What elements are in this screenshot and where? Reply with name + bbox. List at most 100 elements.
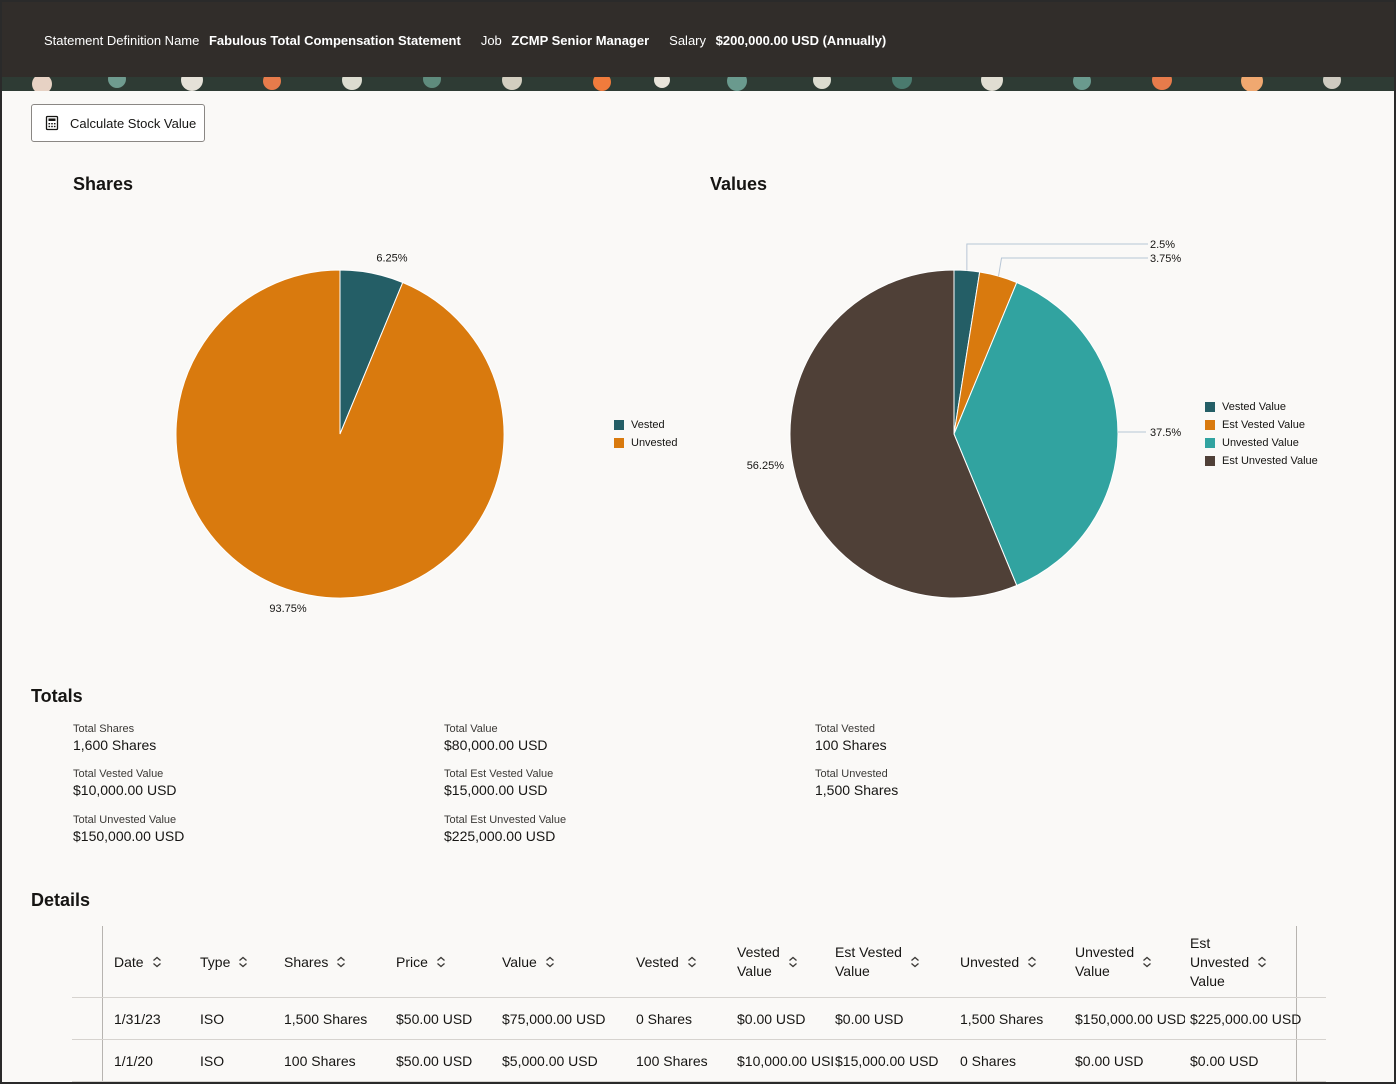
table-cell: $0.00 USD <box>737 1011 806 1027</box>
legend-item-unvested-value[interactable]: Unvested Value <box>1205 434 1318 452</box>
column-header-label: Value <box>502 953 537 970</box>
total-total-vested-value: Total Vested Value $10,000.00 USD <box>73 768 177 798</box>
column-header-label: Price <box>396 953 428 970</box>
legend-item-est-vested-value[interactable]: Est Vested Value <box>1205 416 1318 434</box>
sort-icon[interactable] <box>238 956 248 968</box>
leader-line-est-vested-value <box>998 257 1148 277</box>
legend-swatch <box>614 438 624 448</box>
sort-icon[interactable] <box>545 956 555 968</box>
total-total-shares: Total Shares 1,600 Shares <box>73 723 156 753</box>
column-header-vested-value[interactable]: Vested Value <box>737 926 798 998</box>
table-cell: 0 Shares <box>960 1053 1017 1069</box>
total-label: Total Vested Value <box>73 768 164 780</box>
column-header-label: Est Vested Value <box>835 944 902 979</box>
column-header-unvested-value[interactable]: Unvested Value <box>1075 926 1152 998</box>
charts-canvas: 6.25% 93.75% 2.5% 3.75% 37.5% 56.25% <box>175 239 1181 615</box>
column-header-unvested[interactable]: Unvested <box>960 926 1037 998</box>
pie-label-est-unvested-value: 56.25% <box>747 460 785 472</box>
sort-icon[interactable] <box>1027 956 1037 968</box>
total-label: Total Value <box>444 723 498 735</box>
table-cell: $75,000.00 USD <box>502 1011 606 1027</box>
total-label: Total Unvested <box>815 768 888 780</box>
table-cell: 0 Shares <box>636 1011 693 1027</box>
table-row[interactable]: 1/31/23 ISO 1,500 Shares $50.00 USD $75,000.… <box>72 998 1326 1040</box>
sort-icon[interactable] <box>687 956 697 968</box>
sort-icon[interactable] <box>788 956 798 968</box>
column-header-label: Type <box>200 953 231 970</box>
column-header-type[interactable]: Type <box>200 926 248 998</box>
sort-icon[interactable] <box>1257 956 1267 968</box>
table-cell: 1,500 Shares <box>960 1011 1044 1027</box>
total-label: Total Unvested Value <box>73 814 177 826</box>
pie-label-vested: 6.25% <box>376 252 407 264</box>
column-header-label: Unvested <box>960 953 1020 970</box>
total-value: $10,000.00 USD <box>73 782 177 798</box>
total-label: Total Vested <box>815 723 875 735</box>
total-label: Total Est Unvested Value <box>444 814 567 826</box>
table-cell: 1,500 Shares <box>284 1011 368 1027</box>
total-total-vested: Total Vested 100 Shares <box>815 723 887 753</box>
total-label: Total Est Vested Value <box>444 768 554 780</box>
column-header-date[interactable]: Date <box>114 926 162 998</box>
table-cell: ISO <box>200 1053 225 1069</box>
pie-slice-unvested[interactable] <box>175 269 505 599</box>
pie-label-est-vested-value: 3.75% <box>1150 253 1181 265</box>
total-value: 100 Shares <box>815 737 887 753</box>
legend-item-vested-value[interactable]: Vested Value <box>1205 398 1318 416</box>
total-value: $150,000.00 USD <box>73 828 185 844</box>
sort-icon[interactable] <box>910 956 920 968</box>
column-header-label: Vested <box>636 953 679 970</box>
total-total-est-unvested-value: Total Est Unvested Value $225,000.00 USD <box>444 814 566 844</box>
column-header-label: Shares <box>284 953 329 970</box>
total-total-unvested: Total Unvested 1,500 Shares <box>815 768 898 798</box>
pie-label-unvested-value: 37.5% <box>1150 427 1181 439</box>
column-header-est-unvested-value[interactable]: Est Unvested Value <box>1190 926 1267 998</box>
sort-icon[interactable] <box>336 956 346 968</box>
total-value: $225,000.00 USD <box>444 828 556 844</box>
legend-swatch <box>1205 420 1215 430</box>
totals-heading: Totals <box>31 686 83 706</box>
legend-item-est-unvested-value[interactable]: Est Unvested Value <box>1205 452 1318 470</box>
total-value: 1,500 Shares <box>815 782 899 798</box>
details-heading: Details <box>31 890 91 910</box>
legend-item-unvested[interactable]: Unvested <box>614 434 677 452</box>
table-cell: 100 Shares <box>284 1053 356 1069</box>
values-pie-chart: 2.5% 3.75% 37.5% 56.25% <box>747 239 1181 599</box>
details-table: Date Type Shares Price Value Vested Vested Valu… <box>72 926 1326 1082</box>
legend-label: Est Unvested Value <box>1222 455 1318 467</box>
column-header-est-vested-value[interactable]: Est Vested Value <box>835 926 920 998</box>
legend-label: Vested <box>631 419 665 431</box>
sort-icon[interactable] <box>436 956 446 968</box>
legend-item-vested[interactable]: Vested <box>614 416 677 434</box>
column-header-label: Date <box>114 953 144 970</box>
leader-line-vested-value <box>966 243 1148 271</box>
sort-icon[interactable] <box>152 956 162 968</box>
table-cell: ISO <box>200 1011 225 1027</box>
table-cell: $5,000.00 USD <box>502 1053 598 1069</box>
legend-label: Unvested Value <box>1222 437 1299 449</box>
legend-swatch <box>614 420 624 430</box>
column-header-vested[interactable]: Vested <box>636 926 697 998</box>
column-header-price[interactable]: Price <box>396 926 446 998</box>
table-cell: $10,000.00 USD <box>737 1053 833 1069</box>
table-cell: $0.00 USD <box>835 1011 904 1027</box>
total-label: Total Shares <box>73 723 135 735</box>
values-legend: Vested Value Est Vested Value Unvested Val… <box>1205 398 1318 470</box>
table-cell: $0.00 USD <box>1075 1053 1144 1069</box>
total-total-unvested-value: Total Unvested Value $150,000.00 USD <box>73 814 184 844</box>
total-value: $80,000.00 USD <box>444 737 548 753</box>
sort-icon[interactable] <box>1142 956 1152 968</box>
table-cell: $0.00 USD <box>1190 1053 1259 1069</box>
table-cell: 1/31/23 <box>114 1011 161 1027</box>
table-header-row: Date Type Shares Price Value Vested Vested Valu… <box>72 926 1326 998</box>
column-header-value[interactable]: Value <box>502 926 555 998</box>
column-header-label: Est Unvested Value <box>1190 934 1250 989</box>
table-row[interactable]: 1/1/20 ISO 100 Shares $50.00 USD $5,000.00 U… <box>72 1040 1326 1082</box>
table-cell: $225,000.00 USD <box>1190 1011 1302 1027</box>
table-cell: 1/1/20 <box>114 1053 153 1069</box>
total-value: $15,000.00 USD <box>444 782 548 798</box>
legend-label: Vested Value <box>1222 401 1287 413</box>
total-total-est-vested-value: Total Est Vested Value $15,000.00 USD <box>444 768 553 798</box>
legend-swatch <box>1205 402 1215 412</box>
column-header-shares[interactable]: Shares <box>284 926 346 998</box>
